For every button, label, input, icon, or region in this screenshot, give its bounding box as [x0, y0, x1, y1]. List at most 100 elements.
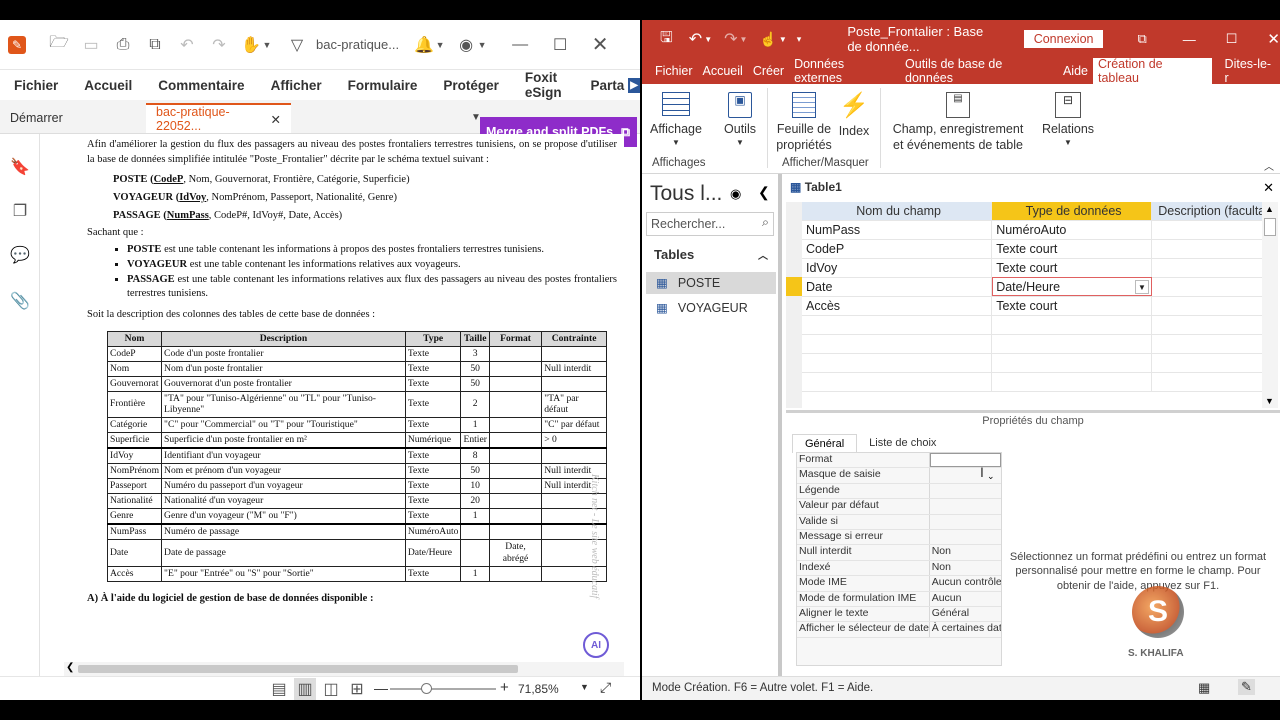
zoom-dropdown-icon[interactable]: ▼	[580, 682, 589, 692]
field-name-cell[interactable]: IdVoy	[802, 258, 993, 278]
property-row[interactable]: Mode de formulation IME Aucun	[797, 591, 1001, 607]
property-row[interactable]: Masque de saisie	[797, 468, 1001, 484]
undo-icon[interactable]: ↶	[689, 29, 702, 49]
account-icon[interactable]: ◉	[455, 34, 477, 56]
property-value[interactable]: Non	[930, 561, 1001, 575]
property-value[interactable]: Général	[930, 607, 1001, 621]
field-row[interactable]	[802, 334, 1272, 354]
print-icon[interactable]: ⎙	[112, 34, 134, 56]
field-name-cell[interactable]: Date	[802, 277, 993, 297]
bell-icon[interactable]: 🔔	[413, 34, 435, 56]
grid-header[interactable]: Nom du champ	[802, 202, 993, 221]
nav-search-box[interactable]: Rechercher... ⌕	[646, 212, 774, 236]
format-dropdown-icon[interactable]: ⌄	[987, 471, 995, 482]
nav-title[interactable]: Tous l...	[650, 182, 722, 206]
field-name-cell[interactable]	[802, 353, 993, 373]
tab-start[interactable]: Démarrer	[0, 103, 146, 133]
ribbon-display-icon[interactable]: ⧉	[1137, 31, 1146, 47]
champ-evenements-button[interactable]: ▤ Champ, enregistrement et événements de…	[886, 92, 1030, 153]
affichage-button[interactable]: Affichage ▼	[650, 92, 702, 148]
pdf-menu-item[interactable]: Fichier	[14, 78, 58, 93]
property-row[interactable]: Message si erreur	[797, 529, 1001, 546]
feuille-proprietes-button[interactable]: Feuille de propriétés	[776, 92, 832, 153]
minimize-icon[interactable]: —	[1183, 32, 1196, 47]
ribbon-tab[interactable]: Aide	[1058, 58, 1093, 84]
minimize-icon[interactable]: —	[509, 34, 531, 56]
field-description-cell[interactable]	[1151, 239, 1272, 259]
field-type-cell[interactable]: Date/Heure ▼	[991, 277, 1152, 297]
property-row[interactable]: Format	[797, 453, 1001, 469]
nav-table-item[interactable]: ▦ POSTE	[646, 272, 776, 294]
field-description-cell[interactable]	[1151, 315, 1272, 335]
ribbon-tab[interactable]: Dites-le-r	[1220, 57, 1280, 85]
field-row[interactable]	[802, 353, 1272, 373]
ai-assistant-icon[interactable]: AI	[583, 632, 609, 658]
ribbon-tab[interactable]: Création de tableau	[1093, 57, 1212, 85]
field-description-cell[interactable]	[1151, 334, 1272, 354]
chevron-down-icon[interactable]: ▼	[262, 34, 272, 56]
field-type-cell[interactable]	[991, 334, 1152, 354]
continuous-page-icon[interactable]: ▥	[294, 678, 316, 700]
save-icon[interactable]: ▭	[80, 34, 102, 56]
props-tab[interactable]: Général	[792, 434, 858, 453]
customize-toolbar-icon[interactable]: ▾	[797, 34, 802, 45]
grid-header[interactable]: Description (facultat	[1151, 202, 1272, 221]
zoom-level[interactable]: 71,85%	[518, 682, 559, 696]
scroll-left-icon[interactable]: ❮	[66, 662, 74, 673]
field-type-cell[interactable]	[991, 315, 1152, 335]
hand-tool-icon[interactable]: ✋	[240, 34, 262, 56]
chevron-down-icon[interactable]: ▼	[740, 35, 748, 44]
field-row[interactable]: NumPass NuméroAuto	[802, 220, 1272, 240]
close-icon[interactable]: ✕	[1267, 30, 1280, 48]
field-name-cell[interactable]: Accès	[802, 296, 993, 316]
nav-section-tables[interactable]: Tables ︿	[642, 244, 778, 266]
field-type-cell[interactable]: NuméroAuto	[991, 220, 1152, 240]
chevron-down-icon[interactable]: ▼	[435, 34, 445, 56]
zoom-slider[interactable]	[390, 683, 496, 694]
field-row[interactable]: CodeP Texte court	[802, 239, 1272, 259]
property-row[interactable]: Afficher le sélecteur de dates À certaine…	[797, 622, 1001, 638]
field-description-cell[interactable]	[1151, 372, 1272, 392]
redo-icon[interactable]: ↷	[208, 34, 230, 56]
connexion-button[interactable]: Connexion	[1023, 30, 1104, 48]
property-value[interactable]	[929, 453, 1001, 468]
filter-icon[interactable]: ▽	[286, 34, 308, 56]
index-button[interactable]: ⚡ Index	[834, 92, 874, 140]
grid-header[interactable]: Type de données	[991, 202, 1152, 221]
field-type-cell[interactable]: Texte court	[991, 239, 1152, 259]
field-type-cell[interactable]	[991, 372, 1152, 392]
row-selector-current[interactable]	[786, 277, 802, 296]
pdf-menu-item[interactable]: Afficher	[271, 78, 322, 93]
pdf-menu-item[interactable]: Commentaire	[158, 78, 244, 93]
scan-icon[interactable]: ⧉	[144, 34, 166, 56]
property-row[interactable]: Légende	[797, 483, 1001, 500]
field-description-cell[interactable]	[1151, 258, 1272, 278]
single-page-icon[interactable]: ▤	[268, 678, 290, 700]
property-value[interactable]	[930, 484, 1001, 498]
zoom-in-icon[interactable]: +	[500, 679, 509, 696]
property-value[interactable]	[930, 530, 1001, 544]
field-row[interactable]: Date Date/Heure ▼	[802, 277, 1272, 297]
property-row[interactable]: Mode IME Aucun contrôle	[797, 576, 1001, 592]
ribbon-tab[interactable]: Accueil	[698, 58, 748, 84]
field-row[interactable]	[802, 315, 1272, 335]
pdf-menu-item[interactable]: Protéger	[443, 78, 499, 93]
ribbon-tab[interactable]: Données externes	[789, 57, 900, 85]
field-row[interactable]	[802, 372, 1272, 392]
facing-page-icon[interactable]: ◫	[320, 678, 342, 700]
property-value[interactable]: Non	[930, 545, 1001, 559]
attachment-icon[interactable]: 📎	[9, 290, 31, 312]
property-value[interactable]: Aucun contrôle	[930, 576, 1001, 590]
collapse-ribbon-icon[interactable]: ︿	[1264, 158, 1274, 173]
property-row[interactable]: Indexé Non	[797, 560, 1001, 577]
chevron-down-icon[interactable]: ▼	[704, 35, 712, 44]
save-icon[interactable]: 🖫	[660, 27, 673, 52]
property-row[interactable]: Valide si	[797, 514, 1001, 530]
menu-scroll-right-icon[interactable]: ▶	[628, 77, 640, 93]
continuous-facing-icon[interactable]: ⊞	[346, 678, 368, 700]
open-folder-icon[interactable]: 🗁	[48, 34, 70, 56]
field-description-cell[interactable]	[1151, 296, 1272, 316]
bookmark-icon[interactable]: 🔖	[9, 156, 31, 178]
table1-tab[interactable]: ▦ Table1	[790, 180, 842, 194]
field-type-cell[interactable]: Texte court	[991, 296, 1152, 316]
